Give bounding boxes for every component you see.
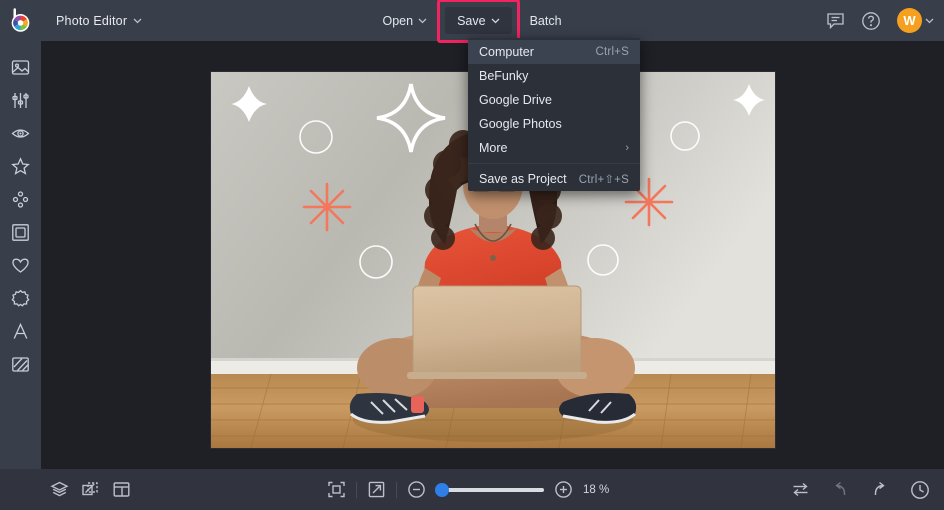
- bottom-toolbar: 18 %: [0, 469, 944, 510]
- chevron-down-icon: [418, 18, 427, 23]
- fit-to-screen-icon[interactable]: [327, 480, 346, 499]
- tools-sidebar: [0, 41, 41, 469]
- menu-item-google-photos[interactable]: Google Photos: [468, 112, 640, 136]
- sidebar-item-touchup[interactable]: [0, 117, 41, 150]
- menu-item-more[interactable]: More ›: [468, 136, 640, 160]
- zoom-out-minus-icon[interactable]: [407, 480, 426, 499]
- undo-arrow-icon[interactable]: [830, 480, 850, 500]
- zoom-slider-handle[interactable]: [435, 482, 449, 497]
- menu-separator: [468, 163, 640, 164]
- sidebar-item-frames[interactable]: [0, 216, 41, 249]
- sidebar-item-text[interactable]: [0, 315, 41, 348]
- help-circle-icon[interactable]: [861, 11, 881, 31]
- cutout-icon[interactable]: [81, 480, 100, 499]
- open-label: Open: [382, 13, 414, 28]
- sidebar-item-artsy[interactable]: [0, 183, 41, 216]
- sidebar-item-image[interactable]: [0, 51, 41, 84]
- zoom-level-value: 18 %: [583, 483, 610, 496]
- menu-item-label: More: [479, 141, 508, 155]
- befunky-logo-icon: [11, 8, 30, 32]
- menu-item-computer[interactable]: Computer Ctrl+S: [468, 40, 640, 64]
- top-toolbar: Photo Editor Open Save Batch W: [0, 0, 944, 43]
- avatar: W: [897, 8, 922, 33]
- sidebar-item-graphics[interactable]: [0, 249, 41, 282]
- zoom-slider[interactable]: [435, 482, 544, 497]
- save-menu-button[interactable]: Save: [445, 7, 512, 34]
- layout-panels-icon[interactable]: [112, 480, 131, 499]
- batch-button[interactable]: Batch: [518, 7, 574, 34]
- zoom-in-plus-icon[interactable]: [554, 480, 573, 499]
- befunky-photo-editor-window: Photo Editor Open Save Batch W Computer …: [0, 0, 944, 510]
- layers-icon[interactable]: [50, 480, 69, 499]
- toolbar-divider: [396, 481, 397, 498]
- chevron-down-icon: [491, 18, 500, 23]
- sidebar-item-overlays[interactable]: [0, 282, 41, 315]
- history-clock-icon[interactable]: [910, 480, 930, 500]
- chevron-down-icon: [133, 18, 142, 23]
- sidebar-item-effects[interactable]: [0, 150, 41, 183]
- feedback-bubble-icon[interactable]: [826, 11, 845, 30]
- menu-item-shortcut: Ctrl+⇧+S: [578, 174, 629, 186]
- open-menu-button[interactable]: Open: [370, 7, 439, 34]
- redo-arrow-icon[interactable]: [870, 480, 890, 500]
- compare-toggle-icon[interactable]: [791, 480, 810, 499]
- bottom-left-tools: [0, 480, 131, 499]
- submenu-chevron-right-icon: ›: [625, 142, 629, 154]
- toolbar-divider: [356, 481, 357, 498]
- expand-diagonal-icon[interactable]: [367, 480, 386, 499]
- chevron-down-icon: [925, 18, 934, 23]
- befunky-logo[interactable]: [0, 0, 41, 41]
- save-dropdown-menu[interactable]: Computer Ctrl+S BeFunky Google Drive Goo…: [468, 38, 640, 191]
- menu-item-befunky[interactable]: BeFunky: [468, 64, 640, 88]
- user-account-menu[interactable]: W: [897, 8, 934, 33]
- menu-item-google-drive[interactable]: Google Drive: [468, 88, 640, 112]
- sidebar-item-edit[interactable]: [0, 84, 41, 117]
- menu-item-label: Google Photos: [479, 117, 562, 131]
- batch-label: Batch: [529, 13, 562, 28]
- menu-item-label: Save as Project: [479, 172, 567, 186]
- product-switcher[interactable]: Photo Editor: [47, 7, 151, 34]
- save-label: Save: [457, 13, 486, 28]
- top-right-actions: W: [826, 0, 934, 41]
- product-name-label: Photo Editor: [56, 13, 128, 28]
- sidebar-item-textures[interactable]: [0, 348, 41, 381]
- save-menu-wrapper: Save: [437, 0, 520, 43]
- menu-item-label: Google Drive: [479, 93, 552, 107]
- menu-item-label: Computer: [479, 45, 534, 59]
- bottom-right-tools: [791, 480, 930, 500]
- menu-item-save-as-project[interactable]: Save as Project Ctrl+⇧+S: [468, 167, 640, 191]
- menu-item-label: BeFunky: [479, 69, 529, 83]
- menu-item-shortcut: Ctrl+S: [595, 46, 629, 58]
